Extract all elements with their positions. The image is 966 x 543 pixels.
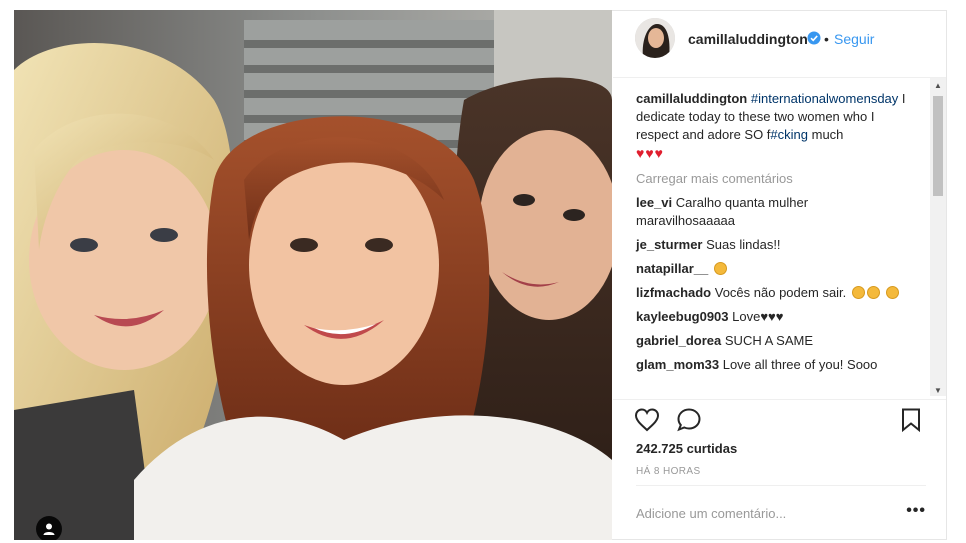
comment-text: Love♥♥♥ — [732, 309, 784, 324]
list-item: natapillar__ — [636, 260, 906, 278]
verified-icon — [807, 31, 821, 45]
comment-text: Love all three of you! Sooo — [722, 357, 878, 372]
caption-hearts: ♥♥♥ — [636, 145, 664, 161]
action-bar — [613, 399, 946, 440]
comment-username[interactable]: lee_vi — [636, 195, 672, 210]
scroll-up-icon[interactable]: ▲ — [933, 81, 943, 91]
comment-username[interactable]: lizfmachado — [636, 285, 711, 300]
list-item: lizfmachado Vocês não podem sair. — [636, 284, 906, 302]
caption: camillaluddington #internationalwomensda… — [636, 90, 906, 162]
list-item: kayleebug0903 Love♥♥♥ — [636, 308, 906, 326]
bookmark-icon[interactable] — [897, 406, 925, 434]
avatar[interactable] — [635, 18, 675, 58]
heart-icon[interactable] — [633, 406, 661, 434]
comment-username[interactable]: glam_mom33 — [636, 357, 719, 372]
header-username[interactable]: camillaluddington — [688, 31, 808, 47]
more-options-icon[interactable]: ••• — [906, 502, 926, 520]
list-item: gabriel_dorea SUCH A SAME — [636, 332, 906, 350]
emoji-icon — [713, 262, 727, 275]
load-more-comments[interactable]: Carregar mais comentários — [636, 170, 906, 188]
comment-list: camillaluddington #internationalwomensda… — [636, 90, 906, 380]
comments-area[interactable]: camillaluddington #internationalwomensda… — [613, 78, 946, 398]
post-sidebar: camillaluddington • Seguir camillaluddin… — [613, 11, 946, 539]
comment-text: Suas lindas!! — [706, 237, 781, 252]
likes-count[interactable]: 242.725 curtidas — [636, 441, 737, 456]
emoji-icon — [851, 286, 865, 299]
caption-hashtag-2[interactable]: #cking — [770, 127, 808, 142]
list-item: lee_vi Caralho quanta mulher maravilhosa… — [636, 194, 906, 230]
add-comment-input[interactable]: Adicione um comentário... — [636, 506, 786, 521]
list-item: je_sturmer Suas lindas!! — [636, 236, 906, 254]
list-item: glam_mom33 Love all three of you! Sooo — [636, 356, 906, 374]
scrollbar-thumb[interactable] — [933, 96, 943, 196]
add-comment-section: Adicione um comentário... ••• — [636, 485, 926, 532]
caption-text-2: much — [808, 127, 844, 142]
user-tag-icon[interactable] — [36, 516, 62, 540]
comment-username[interactable]: gabriel_dorea — [636, 333, 721, 348]
comment-username[interactable]: natapillar__ — [636, 261, 708, 276]
caption-hashtag[interactable]: #internationalwomensday — [751, 91, 898, 106]
comment-icon[interactable] — [675, 406, 703, 434]
comment-username[interactable]: kayleebug0903 — [636, 309, 729, 324]
emoji-icon — [885, 286, 899, 299]
post-photo[interactable] — [14, 10, 612, 540]
post-header: camillaluddington • Seguir — [613, 11, 946, 78]
scroll-down-icon[interactable]: ▼ — [933, 386, 943, 396]
emoji-icon — [866, 286, 880, 299]
follow-button[interactable]: Seguir — [834, 31, 874, 47]
caption-username[interactable]: camillaluddington — [636, 91, 747, 106]
comment-text: Vocês não podem sair. — [714, 285, 847, 300]
comment-username[interactable]: je_sturmer — [636, 237, 702, 252]
timestamp[interactable]: HÁ 8 HORAS — [636, 466, 701, 477]
header-separator: • — [824, 31, 829, 47]
comment-text: SUCH A SAME — [724, 333, 814, 348]
